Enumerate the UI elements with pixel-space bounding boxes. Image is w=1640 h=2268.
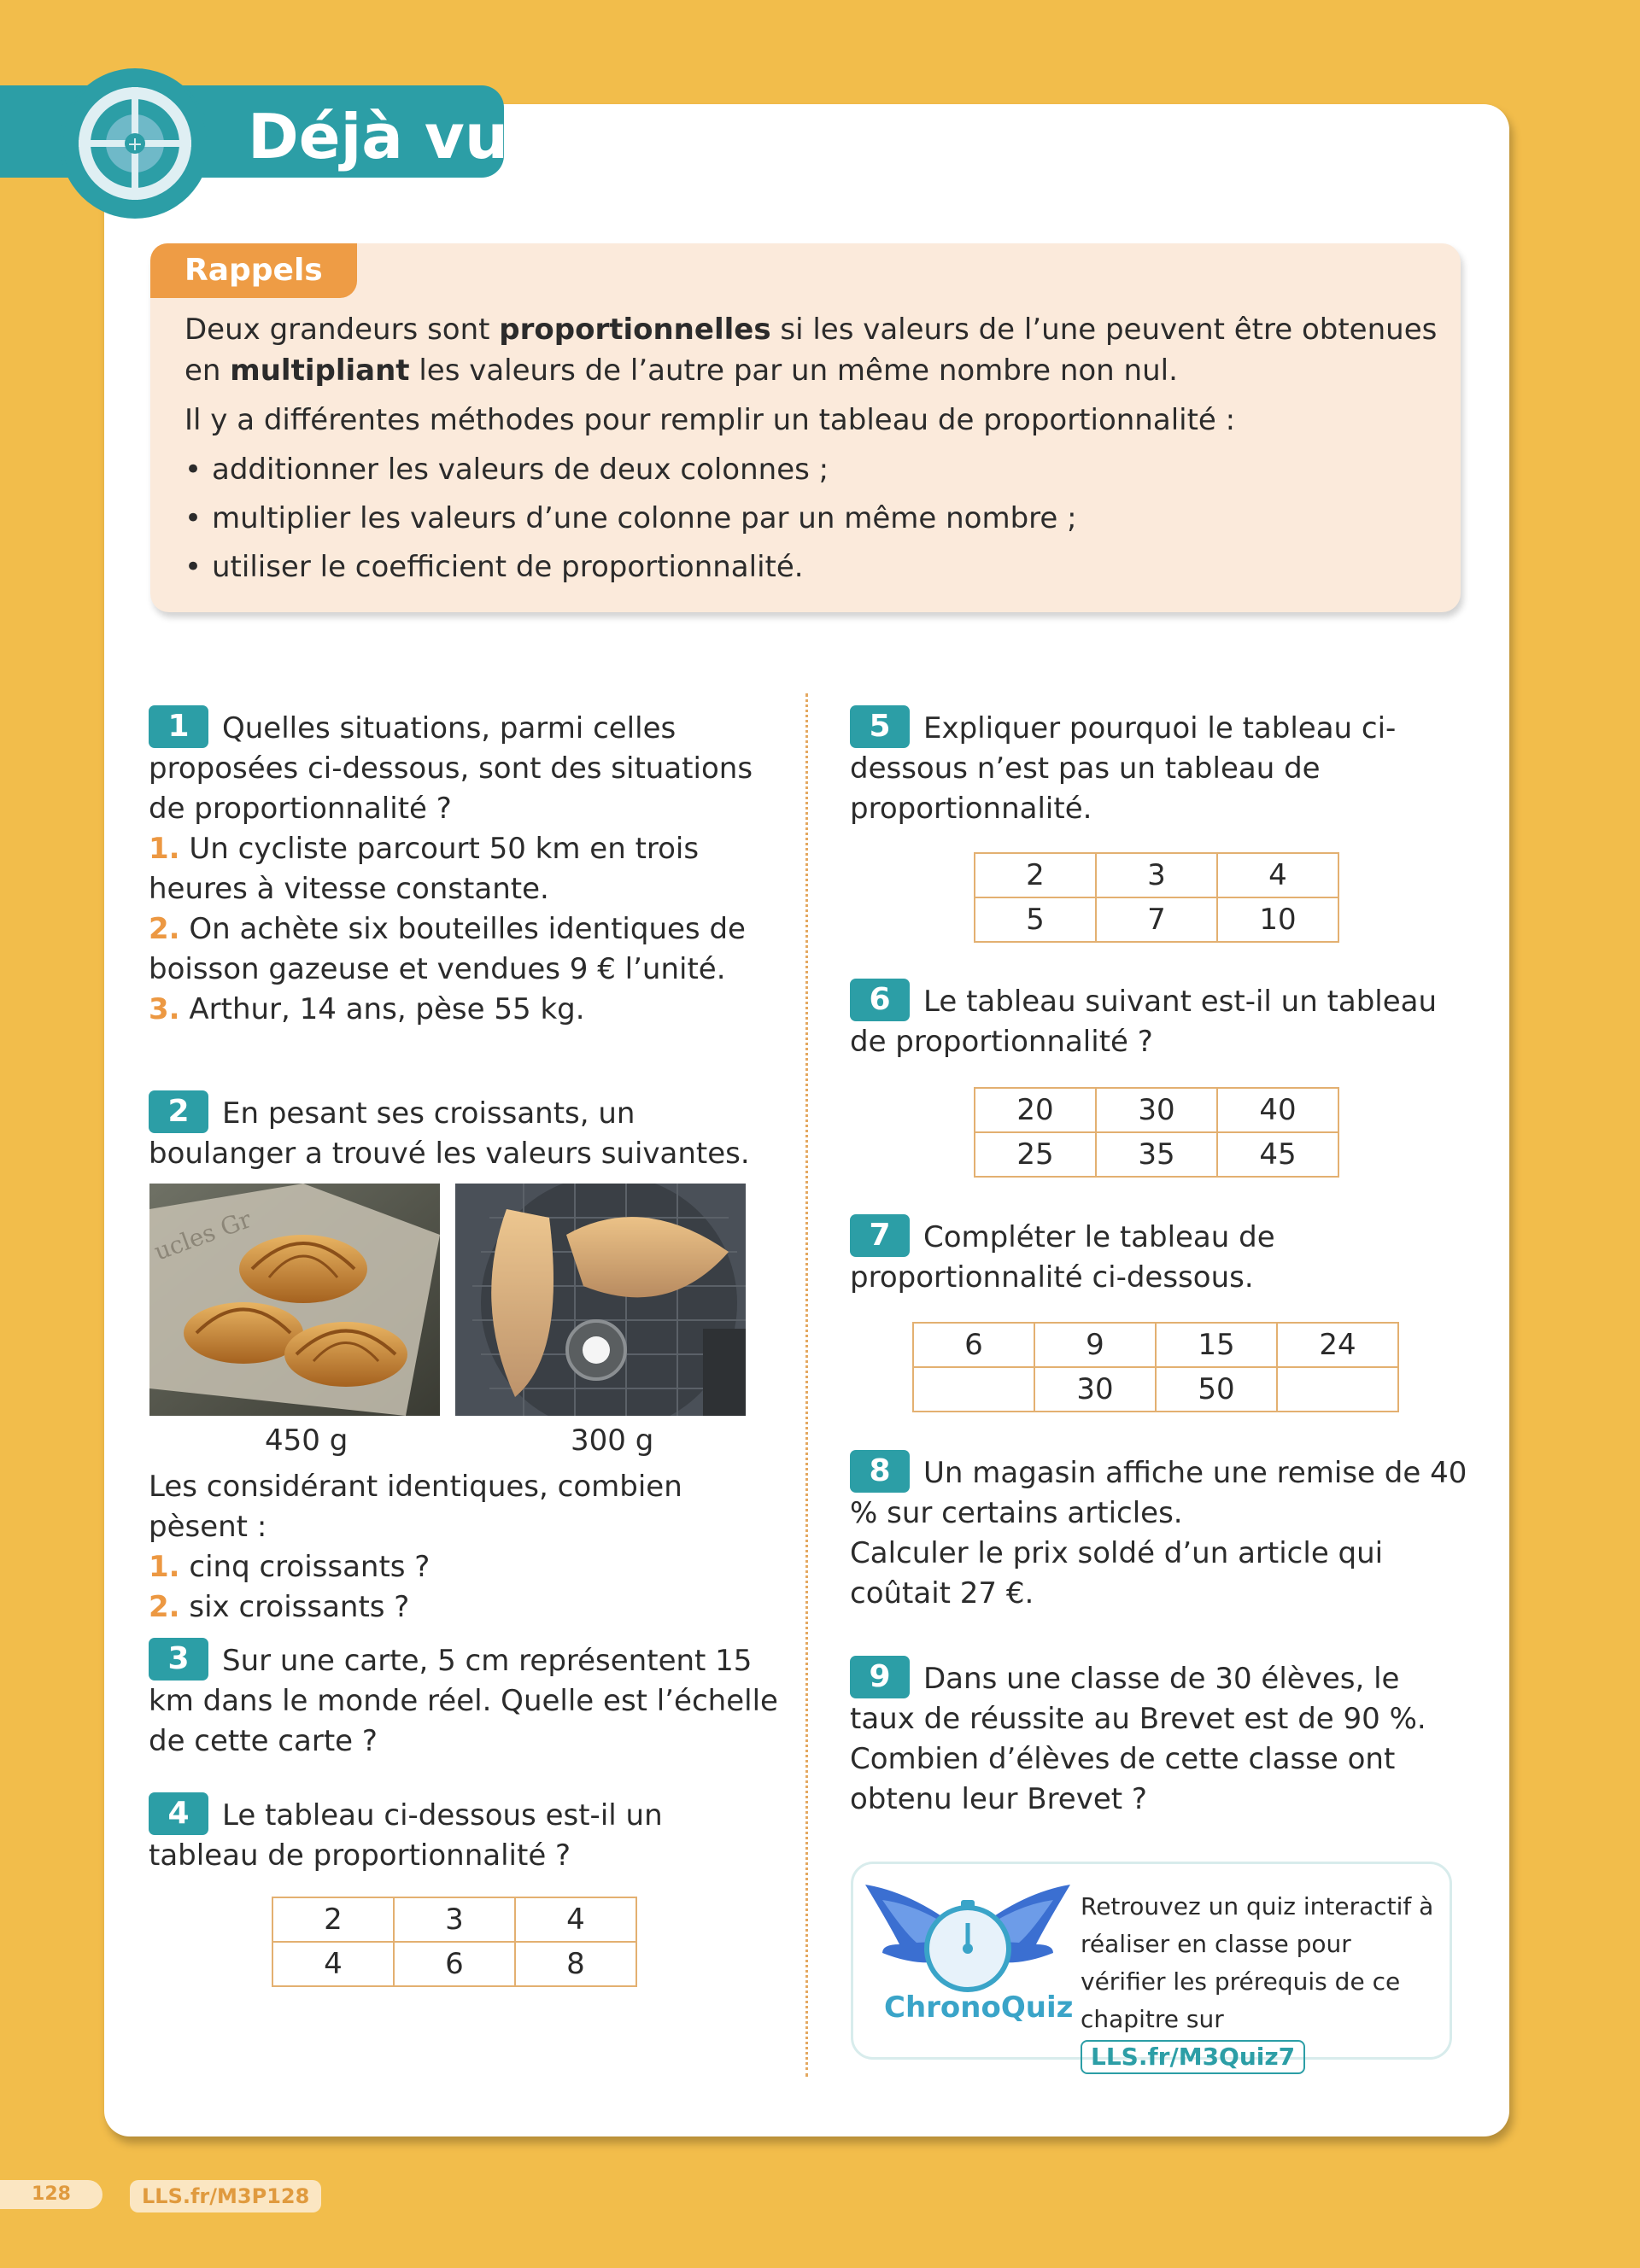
rappels-tab: Rappels <box>150 243 357 298</box>
table-cell: 2 <box>974 852 1097 898</box>
exercise-subquestion: Combien d’élèves de cette classe ont obt… <box>850 1742 1396 1816</box>
chronoquiz-logo-icon <box>865 1876 1070 2008</box>
table-cell: 30 <box>1095 1087 1218 1133</box>
exercise-question: Compléter le tableau de proportionnalité… <box>850 1220 1275 1295</box>
table-cell: 45 <box>1216 1131 1339 1178</box>
list-item: • multiplier les valeurs d’une colonne pa… <box>184 501 1077 535</box>
table-cell: 5 <box>974 897 1097 943</box>
table-cell: 4 <box>514 1897 637 1943</box>
table-row: 2 3 4 <box>974 852 1339 898</box>
svg-text:+: + <box>127 134 143 155</box>
page-link[interactable]: LLS.fr/M3P128 <box>130 2180 322 2212</box>
table-cell: 2 <box>272 1897 395 1943</box>
exercise-number: 1 <box>149 705 208 748</box>
exercise-9: 9 Dans une classe de 30 élèves, le taux d… <box>850 1656 1473 1820</box>
rappels-definition: Deux grandeurs sont proportionnelles si … <box>184 313 1438 388</box>
table-row: 25 35 45 <box>974 1131 1339 1178</box>
list-item: • additionner les valeurs de deux colonne… <box>184 453 829 487</box>
chronoquiz-text: Retrouvez un quiz interactif à réaliser … <box>1081 1888 1439 2076</box>
table-cell: 30 <box>1034 1366 1157 1412</box>
exercise-1: 1 Quelles situations, parmi celles propos… <box>149 705 781 1030</box>
photo-caption-2: 300 g <box>571 1423 654 1458</box>
exercise-number: 9 <box>850 1656 910 1698</box>
exercise-number: 8 <box>850 1450 910 1493</box>
page-number: 128 <box>0 2180 102 2209</box>
exercise-question: Le tableau ci-dessous est-il un tableau … <box>149 1798 663 1873</box>
proportion-table-ex6: 20 30 40 25 35 45 <box>974 1087 1339 1178</box>
table-cell: 4 <box>272 1941 395 1987</box>
table-cell: 6 <box>912 1322 1035 1368</box>
exercise-7: 7 Compléter le tableau de proportionnalit… <box>850 1214 1473 1298</box>
exercise-question: Un magasin affiche une remise de 40 % su… <box>850 1456 1467 1530</box>
proportion-table-ex7: 6 9 15 24 30 50 <box>912 1322 1399 1412</box>
exercise-2: 2 En pesant ses croissants, un boulanger … <box>149 1090 781 1174</box>
chronoquiz-box: ChronoQuiz Retrouvez un quiz interactif … <box>851 1862 1452 2074</box>
table-cell: 20 <box>974 1087 1097 1133</box>
exercise-question: Sur une carte, 5 cm représentent 15 km d… <box>149 1644 778 1758</box>
table-cell: 50 <box>1155 1366 1278 1412</box>
exercise-question: Quelles situations, parmi celles proposé… <box>149 711 753 826</box>
croissants-photo-1: ucles Gr <box>149 1184 440 1416</box>
target-icon: + <box>60 68 210 219</box>
list-item: 2. six croissants ? <box>149 1590 410 1624</box>
exercise-question: En pesant ses croissants, un boulanger a… <box>149 1096 750 1171</box>
table-row: 4 6 8 <box>272 1941 637 1987</box>
table-cell: 6 <box>393 1941 516 1987</box>
rappels-text: Deux grandeurs sont proportionnelles si … <box>184 309 1440 595</box>
chronoquiz-link[interactable]: LLS.fr/M3Quiz7 <box>1081 2040 1306 2074</box>
table-cell: 10 <box>1216 897 1339 943</box>
exercise-3: 3 Sur une carte, 5 cm représentent 15 km … <box>149 1638 781 1762</box>
page-title: Déjà vu <box>248 101 509 172</box>
exercise-number: 7 <box>850 1214 910 1257</box>
exercise-question: Dans une classe de 30 élèves, le taux de… <box>850 1662 1426 1736</box>
exercise-question: Le tableau suivant est-il un tableau de … <box>850 985 1438 1059</box>
table-cell: 25 <box>974 1131 1097 1178</box>
table-cell: 24 <box>1276 1322 1399 1368</box>
rappels-methods-list: • additionner les valeurs de deux colonne… <box>184 449 1440 587</box>
exercise-subquestion: Les considérant identiques, combien pèse… <box>149 1470 682 1544</box>
table-cell: 15 <box>1155 1322 1278 1368</box>
croissants-photo-2 <box>455 1175 746 1431</box>
table-row: 5 7 10 <box>974 897 1339 943</box>
table-row: 30 50 <box>912 1366 1399 1412</box>
list-item: 2. On achète six bouteilles identiques d… <box>149 912 746 986</box>
exercise-number: 5 <box>850 705 910 748</box>
table-cell: 35 <box>1095 1131 1218 1178</box>
table-row: 20 30 40 <box>974 1087 1339 1133</box>
exercise-number: 6 <box>850 979 910 1021</box>
photo-caption-1: 450 g <box>265 1423 348 1458</box>
table-row: 2 3 4 <box>272 1897 637 1943</box>
exercise-question: Expliquer pourquoi le tableau ci-dessous… <box>850 711 1397 826</box>
list-item: • utiliser le coefficient de proportionna… <box>184 550 804 584</box>
table-cell: 40 <box>1216 1087 1339 1133</box>
exercise-subquestion: Calculer le prix soldé d’un article qui … <box>850 1536 1384 1610</box>
exercise-2-questions: Les considérant identiques, combien pèse… <box>149 1467 781 1628</box>
exercise-number: 4 <box>149 1792 208 1835</box>
table-cell: 3 <box>393 1897 516 1943</box>
rappels-methods-intro: Il y a différentes méthodes pour remplir… <box>184 403 1236 437</box>
table-cell: 8 <box>514 1941 637 1987</box>
proportion-table-ex4: 2 3 4 4 6 8 <box>272 1897 637 1987</box>
exercise-6: 6 Le tableau suivant est-il un tableau de… <box>850 979 1473 1062</box>
list-item: 1. Un cycliste parcourt 50 km en trois h… <box>149 832 700 906</box>
table-row: 6 9 15 24 <box>912 1322 1399 1368</box>
list-item: 3. Arthur, 14 ans, pèse 55 kg. <box>149 992 585 1026</box>
exercise-5: 5 Expliquer pourquoi le tableau ci-dessou… <box>850 705 1473 829</box>
list-item: 1. cinq croissants ? <box>149 1550 430 1584</box>
exercise-4: 4 Le tableau ci-dessous est-il un tableau… <box>149 1792 781 1876</box>
table-cell: 3 <box>1095 852 1218 898</box>
exercise-8: 8 Un magasin affiche une remise de 40 % s… <box>850 1450 1473 1614</box>
exercise-number: 3 <box>149 1638 208 1681</box>
proportion-table-ex5: 2 3 4 5 7 10 <box>974 852 1339 943</box>
table-cell: 4 <box>1216 852 1339 898</box>
exercise-number: 2 <box>149 1090 208 1133</box>
table-cell: 9 <box>1034 1322 1157 1368</box>
table-cell <box>1276 1366 1399 1412</box>
chronoquiz-logo-text: ChronoQuiz <box>884 1990 1074 2025</box>
table-cell: 7 <box>1095 897 1218 943</box>
column-divider <box>805 693 808 2077</box>
table-cell <box>912 1366 1035 1412</box>
